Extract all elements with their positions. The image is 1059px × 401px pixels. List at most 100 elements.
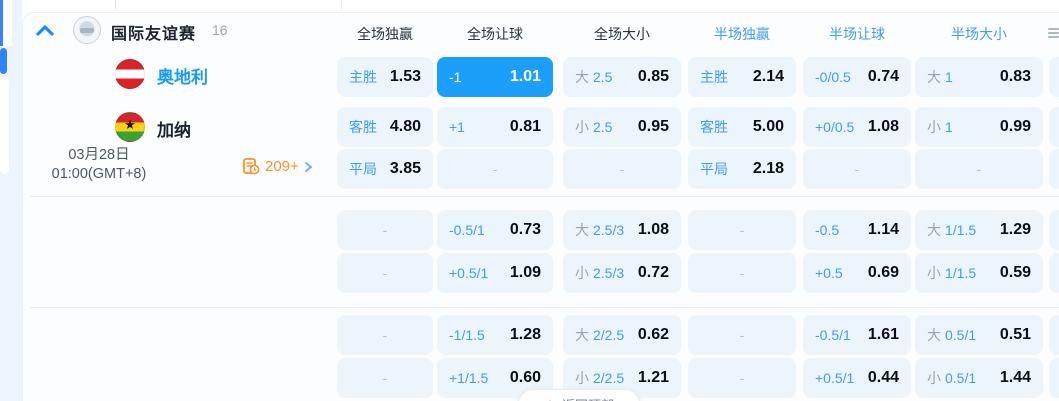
handicap-line: -1: [449, 69, 462, 85]
ou-line: 0.5/1: [945, 327, 977, 343]
ft-1x2-away-cell[interactable]: 客胜 4.80: [337, 107, 433, 147]
handicap-line: +1/1.5: [449, 370, 489, 386]
odds-value: 1.53: [389, 68, 421, 85]
ft-under2-cell[interactable]: 小 2.5/3 0.72: [563, 253, 681, 293]
ht-over-cell[interactable]: 大 1 0.83: [915, 57, 1043, 97]
odds-value: 1.61: [867, 326, 899, 343]
more-columns-icon-partial[interactable]: [1048, 27, 1059, 40]
ft-handicap-away-cell[interactable]: +1 0.81: [437, 107, 553, 147]
back-to-top-button[interactable]: 返回顶部: [518, 389, 640, 401]
league-match-count: 16: [212, 22, 228, 38]
over-label: 大: [575, 69, 589, 85]
markets-count: 209+: [265, 158, 299, 175]
ft-handicap3-home-cell[interactable]: -1/1.5 1.28: [437, 315, 553, 355]
empty-odds-cell: -: [337, 210, 433, 250]
ou-line: 2.5/3: [593, 265, 625, 281]
handicap-line: +0.5/1: [815, 370, 855, 386]
ou-line: 1/1.5: [945, 265, 977, 281]
scrollbar-track-segment[interactable]: [0, 78, 9, 174]
ft-over-cell[interactable]: 大 2.5 0.85: [563, 57, 681, 97]
odds-value: 3.85: [389, 160, 421, 177]
odds-value: 1.21: [637, 369, 669, 386]
odds-value: 5.00: [752, 118, 784, 135]
ht-under3-cell[interactable]: 小 0.5/1 1.44: [915, 358, 1043, 398]
empty-odds-cell: -: [563, 149, 681, 189]
back-to-top-label: 返回顶部: [562, 395, 614, 401]
odds-value: 0.74: [867, 68, 899, 85]
over-label: 大: [575, 327, 589, 343]
scrollbar-thumb[interactable]: [0, 48, 7, 74]
odds-value: 4.80: [389, 118, 421, 135]
ft-handicap-home-cell-selected[interactable]: -1 1.01: [437, 57, 553, 97]
more-markets-link[interactable]: 209+: [243, 158, 313, 175]
ft-over3-cell[interactable]: 大 2/2.5 0.62: [563, 315, 681, 355]
away-team-name[interactable]: 加纳: [157, 116, 191, 141]
ht-handicap-away-cell[interactable]: +0/0.5 1.08: [803, 107, 911, 147]
ghana-flag-icon: ★: [115, 112, 145, 142]
ft-1x2-home-cell[interactable]: 主胜 1.53: [337, 57, 433, 97]
empty-odds-cell: -: [337, 253, 433, 293]
ou-line: 2.5: [593, 119, 613, 135]
ft-over2-cell[interactable]: 大 2.5/3 1.08: [563, 210, 681, 250]
empty-odds-cell: -: [915, 149, 1043, 189]
ht-handicap-home-cell[interactable]: -0/0.5 0.74: [803, 57, 911, 97]
under-label: 小: [575, 370, 589, 386]
odds-value: 0.44: [867, 369, 899, 386]
ft-1x2-draw-cell[interactable]: 平局 3.85: [337, 149, 433, 189]
ht-handicap3-home-cell[interactable]: -0.5/1 1.61: [803, 315, 911, 355]
handicap-line: -1/1.5: [449, 327, 485, 343]
ht-over3-cell[interactable]: 大 0.5/1 0.51: [915, 315, 1043, 355]
match-datetime: 03月28日 01:00(GMT+8): [24, 146, 174, 184]
ft-handicap2-away-cell[interactable]: +0.5/1 1.09: [437, 253, 553, 293]
ht-handicap3-away-cell[interactable]: +0.5/1 0.44: [803, 358, 911, 398]
empty-odds-cell: -: [688, 315, 796, 355]
column-header-ft-overunder: 全场大小: [594, 26, 650, 42]
over-label: 大: [927, 327, 941, 343]
ou-line: 2/2.5: [593, 327, 625, 343]
ht-1x2-away-cell[interactable]: 客胜 5.00: [688, 107, 796, 147]
ht-under2-cell[interactable]: 小 1/1.5 0.59: [915, 253, 1043, 293]
ht-over2-cell[interactable]: 大 1/1.5 1.29: [915, 210, 1043, 250]
ou-line: 2/2.5: [593, 370, 625, 386]
odds-value: 0.99: [999, 118, 1031, 135]
ht-handicap2-away-cell[interactable]: +0.5 0.69: [803, 253, 911, 293]
ou-line: 0.5/1: [945, 370, 977, 386]
handicap-line: -0/0.5: [815, 69, 851, 85]
next-column-cell-partial: [1049, 358, 1059, 398]
ft-under-cell[interactable]: 小 2.5 0.95: [563, 107, 681, 147]
ht-1x2-home-cell[interactable]: 主胜 2.14: [688, 57, 796, 97]
odds-value: 2.18: [752, 160, 784, 177]
odds-value: 0.85: [637, 68, 669, 85]
collapse-chevron-up-icon[interactable]: [34, 22, 56, 40]
odds-value: 1.44: [999, 369, 1031, 386]
empty-odds-cell: -: [437, 149, 553, 189]
league-logo-icon: [73, 16, 101, 44]
austria-flag-icon: [115, 59, 145, 89]
handicap-line: +0.5: [815, 265, 843, 281]
empty-odds-cell: -: [337, 315, 433, 355]
under-label: 小: [927, 265, 941, 281]
divider-tick: [341, 0, 342, 9]
next-column-cell-partial: [1049, 253, 1059, 293]
ht-handicap2-home-cell[interactable]: -0.5 1.14: [803, 210, 911, 250]
odds-value: 0.59: [999, 264, 1031, 281]
ht-1x2-draw-cell[interactable]: 平局 2.18: [688, 149, 796, 189]
selection-label: 主胜: [700, 69, 728, 85]
league-title: 国际友谊赛: [111, 26, 197, 43]
over-label: 大: [575, 222, 589, 238]
empty-odds-cell: -: [337, 358, 433, 398]
chevron-right-icon: [304, 161, 312, 172]
match-date: 03月28日: [68, 147, 130, 163]
odds-value: 0.83: [999, 68, 1031, 85]
odds-value: 0.81: [509, 118, 541, 135]
column-header-ht-overunder: 半场大小: [951, 26, 1007, 42]
odds-value: 1.28: [509, 326, 541, 343]
match-time-zone: 01:00(GMT+8): [51, 166, 147, 182]
column-header-ht-1x2: 半场独赢: [714, 26, 770, 42]
column-header-ht-handicap: 半场让球: [829, 26, 885, 42]
home-team-name[interactable]: 奥地利: [157, 63, 208, 88]
next-column-cell-partial: [1049, 57, 1059, 97]
ht-under-cell[interactable]: 小 1 0.99: [915, 107, 1043, 147]
ft-handicap2-home-cell[interactable]: -0.5/1 0.73: [437, 210, 553, 250]
ou-line: 1: [945, 69, 953, 85]
